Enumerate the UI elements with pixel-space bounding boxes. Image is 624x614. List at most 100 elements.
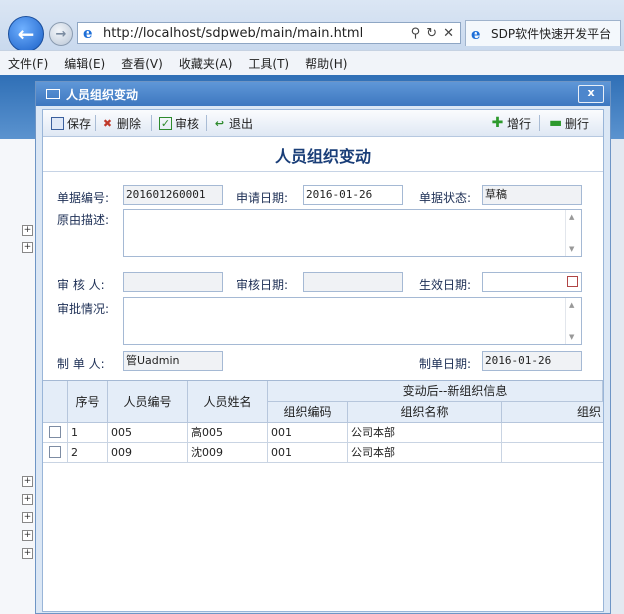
cell-seq[interactable]: 1 <box>68 423 108 443</box>
cell-emp-code[interactable]: 005 <box>108 423 188 443</box>
cell-emp-name[interactable]: 高005 <box>188 423 268 443</box>
delete-row-label: 删行 <box>565 116 590 131</box>
doc-no-label: 单据编号: <box>57 191 110 205</box>
effective-date-field[interactable] <box>482 272 582 292</box>
table-row-check[interactable] <box>43 443 68 463</box>
table-row-check[interactable] <box>43 423 68 443</box>
audit-label: 审核 <box>175 116 200 131</box>
cell-org-name[interactable]: 公司本部 <box>348 443 502 463</box>
org-change-dialog: 人员组织变动 x 保存 ✖ 删除 ✓ 审核 ↩ 退出 ✚ 增行 ▬ 删行 人员组… <box>35 81 611 614</box>
cell-seq[interactable]: 2 <box>68 443 108 463</box>
approval-textarea[interactable]: ▲ ▼ <box>123 297 582 345</box>
header-emp-code: 人员编号 <box>108 381 188 423</box>
delete-button[interactable]: ✖ 删除 <box>101 114 141 132</box>
cell-emp-code[interactable]: 009 <box>108 443 188 463</box>
tab-ie-icon: e <box>471 24 481 43</box>
menu-file[interactable]: 文件(F) <box>0 55 56 72</box>
review-date-label: 审核日期: <box>236 278 289 292</box>
row-checkbox[interactable] <box>49 446 61 458</box>
exit-label: 退出 <box>229 116 254 131</box>
status-field[interactable]: 草稿 <box>482 185 582 205</box>
save-icon <box>51 116 64 130</box>
effective-date-label: 生效日期: <box>419 278 472 292</box>
menu-favorites[interactable]: 收藏夹(A) <box>171 55 241 72</box>
calendar-icon[interactable] <box>567 276 578 287</box>
header-org-extra: 组织 <box>502 402 603 423</box>
cell-org-code[interactable]: 001 <box>268 443 348 463</box>
forward-arrow-icon[interactable]: → <box>49 22 73 46</box>
close-button[interactable]: x <box>578 85 604 103</box>
reason-scrollbar[interactable]: ▲ ▼ <box>565 210 581 256</box>
tree-expand-icon[interactable]: + <box>22 530 33 541</box>
reviewer-field[interactable] <box>123 272 223 292</box>
apply-date-label: 申请日期: <box>236 191 289 205</box>
creator-label: 制 单 人: <box>57 357 105 371</box>
approval-scrollbar[interactable]: ▲ ▼ <box>565 298 581 344</box>
review-date-field[interactable] <box>303 272 403 292</box>
delete-row-button[interactable]: ▬ 删行 <box>549 114 589 132</box>
detail-grid: 序号 人员编号 人员姓名 变动后--新组织信息 组织编码 组织名称 组织 1 0… <box>43 380 603 612</box>
header-group-new-org: 变动后--新组织信息 <box>268 381 603 402</box>
plus-icon: ✚ <box>491 114 504 131</box>
check-icon: ✓ <box>159 116 172 130</box>
save-button[interactable]: 保存 <box>51 114 91 132</box>
ie-logo-icon: e <box>83 24 93 42</box>
form-title: 人员组织变动 <box>43 143 603 172</box>
doc-no-field[interactable]: 201601260001 <box>123 185 223 205</box>
tree-expand-icon[interactable]: + <box>22 476 33 487</box>
browser-menu-bar: 文件(F) 编辑(E) 查看(V) 收藏夹(A) 工具(T) 帮助(H) <box>0 50 624 76</box>
create-date-field[interactable]: 2016-01-26 <box>482 351 582 371</box>
create-date-label: 制单日期: <box>419 357 472 371</box>
minus-icon: ▬ <box>549 114 563 131</box>
tree-expand-icon[interactable]: + <box>22 242 33 253</box>
add-row-label: 增行 <box>507 116 532 131</box>
reason-textarea[interactable]: ▲ ▼ <box>123 209 582 257</box>
creator-field[interactable]: 管Uadmin <box>123 351 223 371</box>
apply-date-field[interactable]: 2016-01-26 <box>303 185 403 205</box>
reason-label: 原由描述: <box>57 213 110 227</box>
header-seq: 序号 <box>68 381 108 423</box>
address-url[interactable]: http://localhost/sdpweb/main/main.html <box>103 26 411 41</box>
delete-icon: ✖ <box>102 116 113 130</box>
browser-tab[interactable]: e SDP软件快速开发平台 <box>465 20 621 46</box>
cell-org-extra[interactable] <box>502 423 603 443</box>
tree-expand-icon[interactable]: + <box>22 225 33 236</box>
refresh-icon[interactable]: ↻ <box>426 26 437 41</box>
stop-icon[interactable]: ✕ <box>443 26 454 41</box>
tree-expand-icon[interactable]: + <box>22 548 33 559</box>
app-sidebar <box>0 139 37 614</box>
back-arrow-icon[interactable]: ← <box>8 16 44 52</box>
save-label: 保存 <box>67 116 92 131</box>
audit-button[interactable]: ✓ 审核 <box>159 114 199 132</box>
browser-chrome: ← → e http://localhost/sdpweb/main/main.… <box>0 0 624 52</box>
cell-org-code[interactable]: 001 <box>268 423 348 443</box>
menu-tools[interactable]: 工具(T) <box>240 55 297 72</box>
dialog-title-bar[interactable]: 人员组织变动 x <box>36 82 610 106</box>
address-bar[interactable]: e http://localhost/sdpweb/main/main.html… <box>77 22 461 44</box>
tree-expand-icon[interactable]: + <box>22 512 33 523</box>
search-icon[interactable]: ⚲ <box>411 26 421 41</box>
menu-view[interactable]: 查看(V) <box>113 55 171 72</box>
exit-button[interactable]: ↩ 退出 <box>213 114 253 132</box>
window-icon <box>46 89 60 99</box>
cell-emp-name[interactable]: 沈009 <box>188 443 268 463</box>
cell-org-extra[interactable] <box>502 443 603 463</box>
header-org-code: 组织编码 <box>268 402 348 423</box>
exit-icon: ↩ <box>214 116 225 130</box>
approval-label: 审批情况: <box>57 302 110 316</box>
add-row-button[interactable]: ✚ 增行 <box>491 114 531 132</box>
tree-expand-icon[interactable]: + <box>22 494 33 505</box>
header-emp-name: 人员姓名 <box>188 381 268 423</box>
header-org-name: 组织名称 <box>348 402 502 423</box>
row-checkbox[interactable] <box>49 426 61 438</box>
grid-check-header <box>43 381 68 423</box>
cell-org-name[interactable]: 公司本部 <box>348 423 502 443</box>
dialog-title: 人员组织变动 <box>66 87 139 102</box>
tab-title: SDP软件快速开发平台 <box>491 27 612 41</box>
menu-help[interactable]: 帮助(H) <box>297 55 355 72</box>
menu-edit[interactable]: 编辑(E) <box>56 55 113 72</box>
status-label: 单据状态: <box>419 191 472 205</box>
toolbar: 保存 ✖ 删除 ✓ 审核 ↩ 退出 ✚ 增行 ▬ 删行 <box>43 110 603 137</box>
delete-label: 删除 <box>117 116 142 131</box>
reviewer-label: 审 核 人: <box>57 278 105 292</box>
